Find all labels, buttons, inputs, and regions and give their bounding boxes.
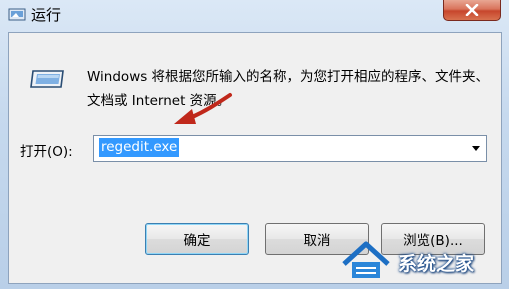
ok-button[interactable]: 确定 xyxy=(145,223,249,255)
command-input-value[interactable]: regedit.exe xyxy=(99,138,180,157)
annotation-arrow-icon xyxy=(174,93,232,124)
watermark-text: 系统之家 xyxy=(398,253,475,275)
close-button[interactable] xyxy=(443,0,501,21)
run-dialog-window: 运行 Windows 将根据您所输入的名称，为您打开相应的程序、文件夹、文档或 … xyxy=(0,0,509,289)
title-bar[interactable]: 运行 xyxy=(0,0,509,32)
run-description: Windows 将根据您所输入的名称，为您打开相应的程序、文件夹、文档或 Int… xyxy=(87,69,490,109)
window-title: 运行 xyxy=(31,6,62,24)
command-combobox[interactable]: regedit.exe xyxy=(93,135,487,162)
run-program-icon xyxy=(30,70,64,88)
run-app-icon xyxy=(8,8,26,21)
dropdown-arrow-icon[interactable] xyxy=(472,146,480,151)
house-logo-icon xyxy=(342,241,390,278)
open-label: 打开(O): xyxy=(20,144,73,160)
close-icon xyxy=(465,4,479,16)
watermark: 系统之家 xyxy=(338,238,504,284)
